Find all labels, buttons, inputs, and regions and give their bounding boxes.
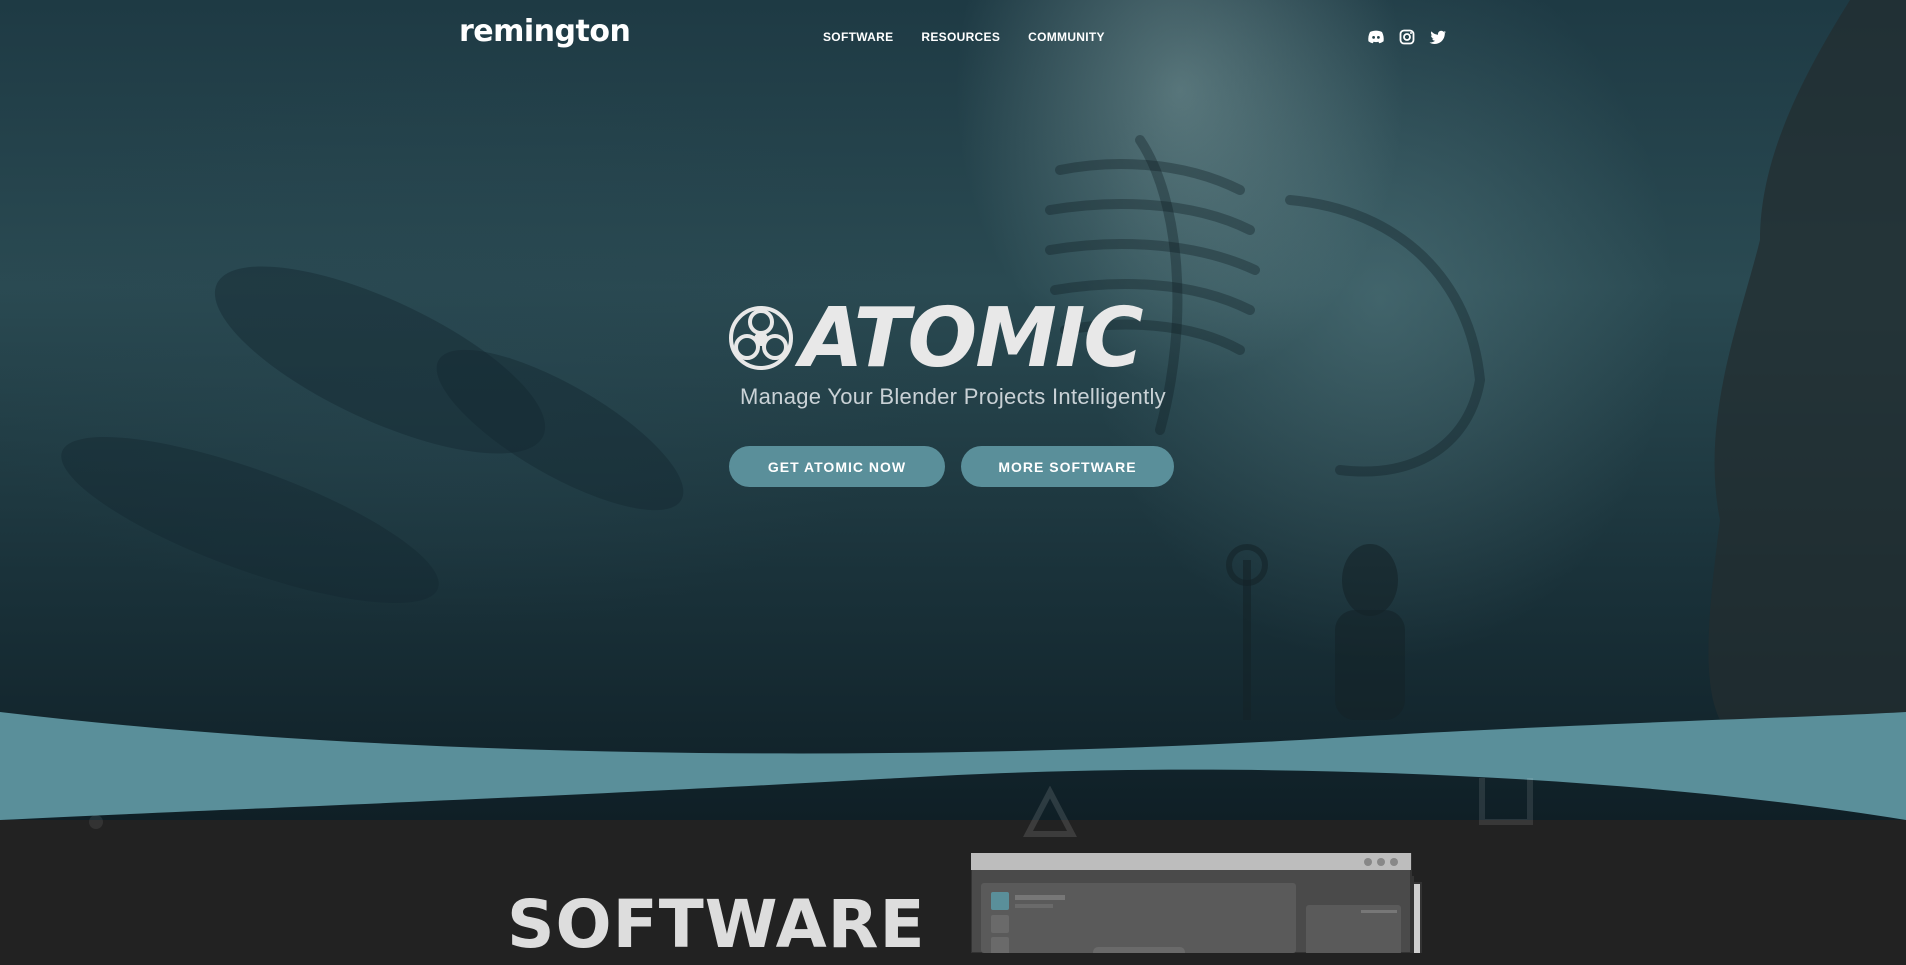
circle-decoration-icon bbox=[89, 815, 103, 829]
twitter-icon[interactable] bbox=[1428, 27, 1448, 47]
atomic-logo-icon bbox=[729, 306, 793, 370]
product-brand: ATOMIC bbox=[728, 294, 1188, 384]
instagram-icon[interactable] bbox=[1397, 27, 1417, 47]
app-window-illustration bbox=[971, 853, 1422, 953]
get-atomic-button[interactable]: GET ATOMIC NOW bbox=[729, 446, 945, 487]
top-navigation: remington SOFTWARE RESOURCES COMMUNITY bbox=[0, 0, 1906, 75]
discord-icon[interactable] bbox=[1366, 27, 1386, 47]
social-links bbox=[1366, 27, 1448, 47]
site-logo[interactable]: remington bbox=[459, 14, 631, 49]
software-section-title: SOFTWARE bbox=[507, 886, 926, 963]
nav-software[interactable]: SOFTWARE bbox=[823, 30, 893, 44]
nav-resources[interactable]: RESOURCES bbox=[921, 30, 1000, 44]
section-wave-divider bbox=[0, 712, 1906, 820]
triangle-decoration-icon bbox=[1023, 786, 1077, 837]
more-software-button[interactable]: MORE SOFTWARE bbox=[961, 446, 1174, 487]
main-menu: SOFTWARE RESOURCES COMMUNITY bbox=[823, 30, 1105, 44]
hero-section: remington SOFTWARE RESOURCES COMMUNITY A… bbox=[0, 0, 1906, 820]
hero-background-art bbox=[61, 0, 1906, 720]
product-title: ATOMIC bbox=[800, 291, 1144, 386]
nav-community[interactable]: COMMUNITY bbox=[1028, 30, 1105, 44]
square-decoration-icon bbox=[1479, 778, 1533, 825]
hero-tagline: Manage Your Blender Projects Intelligent… bbox=[740, 384, 1166, 409]
